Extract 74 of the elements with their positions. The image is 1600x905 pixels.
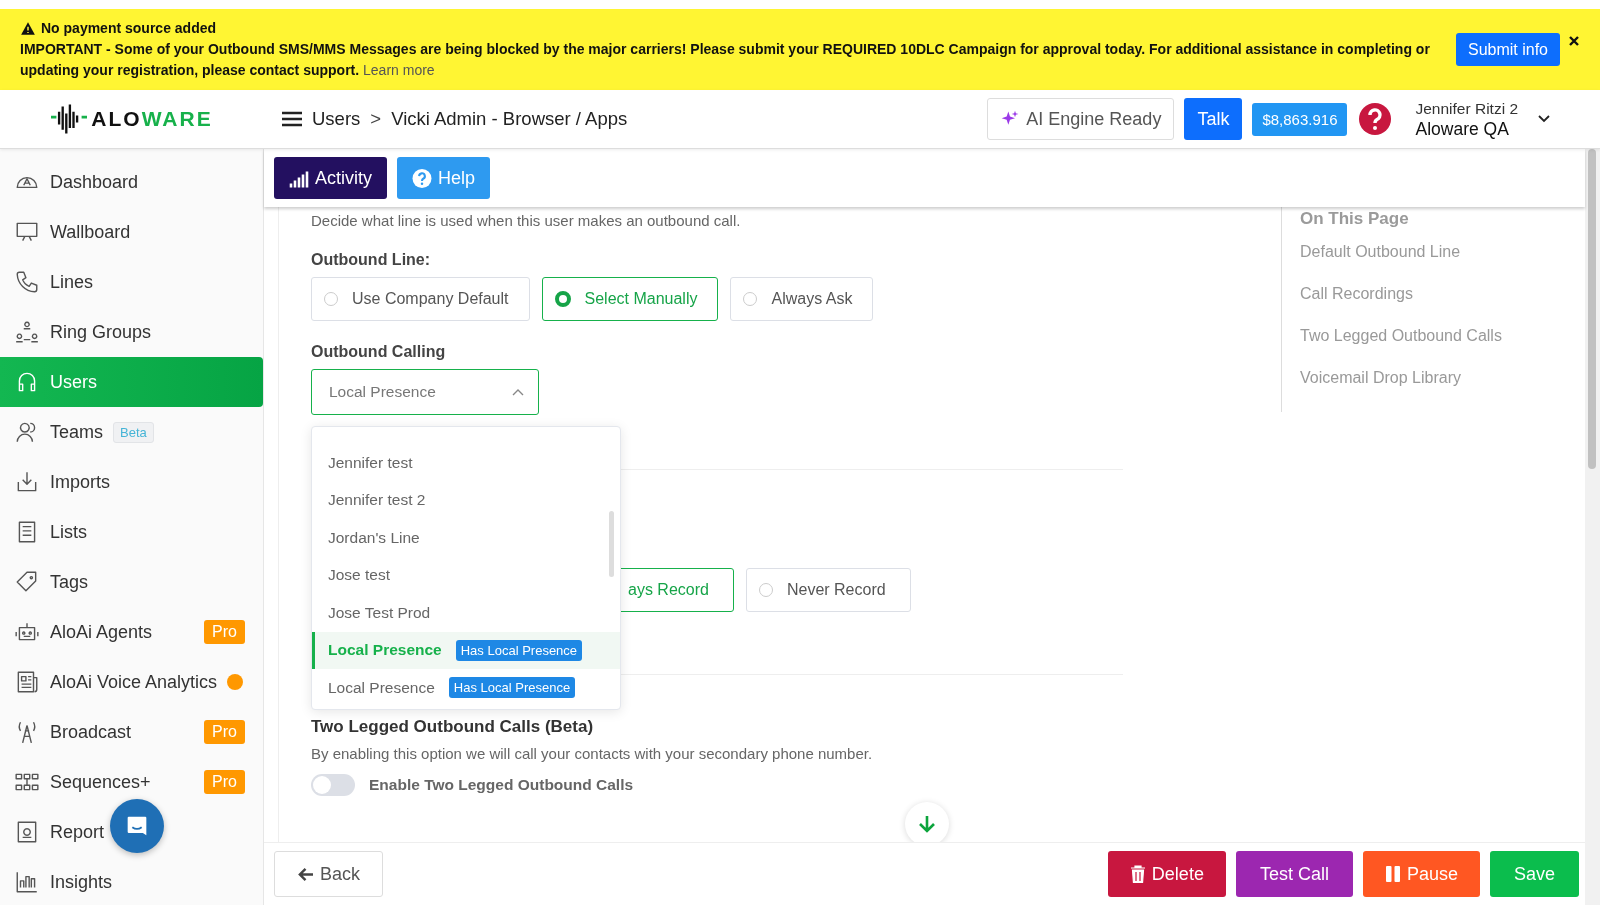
pro-badge: Pro — [204, 620, 245, 644]
dropdown-option[interactable]: Jennifer test 2 — [312, 481, 620, 519]
scrollbar-thumb[interactable] — [609, 511, 614, 577]
activity-button[interactable]: Activity — [274, 157, 387, 199]
local-presence-tag: Has Local Presence — [455, 639, 583, 661]
sidebar-item[interactable]: Teams Beta — [0, 407, 263, 457]
sidebar-item[interactable]: Insights — [0, 857, 263, 905]
dropdown-option[interactable]: Jennifer test — [312, 444, 620, 482]
delete-button[interactable]: Delete — [1107, 851, 1226, 897]
breadcrumb-separator: > — [370, 108, 382, 130]
dropdown-option[interactable]: Local Presence Has Local Presence — [312, 669, 620, 707]
trash-icon — [1129, 865, 1146, 883]
help-icon[interactable] — [1359, 103, 1392, 135]
sidebar-item[interactable]: AloAi Voice Analytics — [0, 657, 263, 707]
waveform-logo-icon — [51, 102, 88, 136]
scrollbar-thumb[interactable] — [1588, 149, 1596, 469]
people-icon — [14, 319, 40, 345]
sidebar-item[interactable]: Imports — [0, 457, 263, 507]
caret-icon — [512, 388, 524, 396]
talk-button[interactable]: Talk — [1184, 98, 1243, 140]
bar-chart-icon — [14, 869, 40, 895]
company-name: Aloware QA — [1415, 119, 1510, 140]
dropdown-option[interactable]: Local Presence Has Local Presence — [312, 631, 620, 669]
status-dot — [227, 674, 244, 690]
on-this-page-title: On This Page — [1300, 208, 1410, 230]
radio-option[interactable]: Use Company Default — [311, 277, 530, 321]
menu-icon[interactable] — [282, 111, 302, 127]
toggle-label: Enable Two Legged Outbound Calls — [369, 776, 634, 794]
sidebar-item[interactable]: AloAi Agents Pro — [0, 607, 263, 657]
sidebar-item[interactable]: Wallboard — [0, 207, 263, 257]
sidebar-item[interactable]: Tags — [0, 557, 263, 607]
learn-more-link[interactable]: Learn more — [363, 62, 435, 78]
sidebar-item[interactable]: Dashboard — [0, 157, 263, 207]
warning-icon — [20, 21, 36, 36]
banner-message: IMPORTANT - Some of your Outbound SMS/MMS Messages are being blocked by the major carriers! Please submit your REQUIRED 10DLC Campaign for approval today. For additional assistance in completing or updating your registration, please contact support. Learn more — [20, 40, 1431, 80]
banner-title: No payment source added — [41, 19, 217, 38]
balance-badge: $8,863.916 — [1252, 102, 1348, 136]
sidebar-item[interactable]: Sequences+ Pro — [0, 757, 263, 807]
arrow-down-icon — [917, 814, 937, 834]
page-title: Vicki Admin - Browser / Apps — [391, 108, 628, 130]
back-button[interactable]: Back — [274, 851, 384, 897]
test-call-button[interactable]: Test Call — [1235, 851, 1353, 897]
field-label: Outbound Line: — [311, 251, 432, 269]
arrow-left-icon — [297, 866, 314, 882]
sidebar-item[interactable]: Ring Groups — [0, 307, 263, 357]
section-heading: Two Legged Outbound Calls (Beta) — [311, 717, 595, 737]
pause-icon — [1384, 865, 1401, 883]
ai-engine-button[interactable]: AI Engine Ready — [987, 98, 1175, 140]
help-icon — [412, 168, 432, 188]
local-presence-tag: Has Local Presence — [448, 677, 576, 699]
pro-badge: Pro — [204, 720, 245, 744]
toggle-switch[interactable] — [311, 774, 355, 796]
chevron-down-icon[interactable] — [1538, 115, 1550, 123]
radio-option[interactable]: Never Record — [745, 568, 911, 612]
pro-badge: Pro — [204, 770, 245, 794]
radio-option[interactable]: Always Ask — [730, 277, 874, 321]
phone-icon — [14, 269, 40, 295]
sidebar-item[interactable]: Lines — [0, 257, 263, 307]
close-icon[interactable] — [1568, 35, 1580, 47]
user-name: Jennifer Ritzi 2 — [1415, 99, 1518, 119]
outbound-calling-select[interactable]: Local Presence — [311, 369, 539, 415]
sidebar-item[interactable]: Lists — [0, 507, 263, 557]
section-description: Decide what line is used when this user makes an outbound call. — [311, 212, 742, 229]
submit-info-button[interactable]: Submit info — [1455, 33, 1560, 66]
scroll-down-button[interactable] — [905, 802, 949, 842]
section-description: By enabling this option we will call your contacts with your secondary phone number. — [311, 745, 874, 762]
logo-text: ALOWARE — [91, 107, 213, 131]
breadcrumb-link[interactable]: Users — [312, 108, 361, 130]
beta-badge: Beta — [113, 421, 154, 443]
chat-launcher-button[interactable] — [110, 799, 164, 853]
sidebar-item[interactable]: Broadcast Pro — [0, 707, 263, 757]
field-label: Outbound Calling — [311, 343, 447, 361]
sidebar-item[interactable]: Report — [0, 807, 263, 857]
dropdown-option[interactable]: Jordan's Line — [312, 519, 620, 557]
